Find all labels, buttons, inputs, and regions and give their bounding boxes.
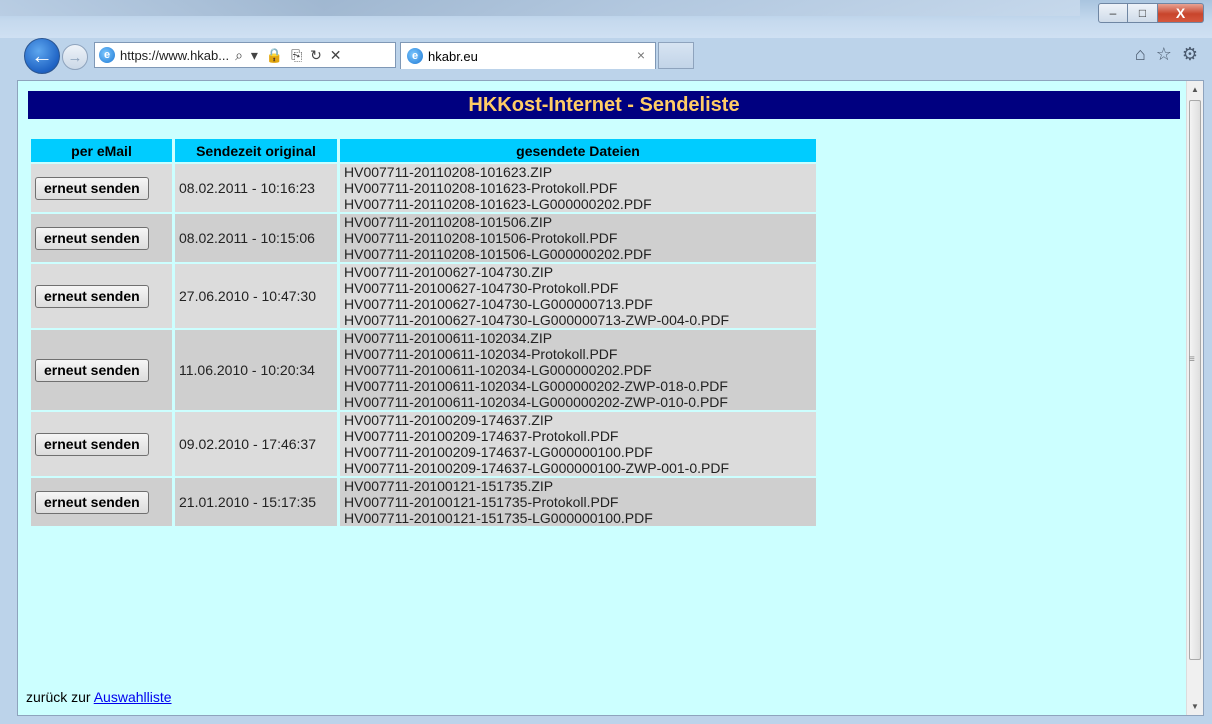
scrollbar-thumb[interactable] bbox=[1189, 100, 1201, 660]
sent-files: HV007711-20100209-174637.ZIP HV007711-201… bbox=[340, 412, 816, 476]
file-name: HV007711-20100209-174637.ZIP bbox=[344, 412, 554, 428]
file-name: HV007711-20100611-102034-LG000000202-ZWP… bbox=[344, 394, 728, 410]
favorites-icon[interactable]: ☆ bbox=[1156, 44, 1172, 65]
arrow-left-icon: ← bbox=[31, 43, 53, 68]
file-name: HV007711-20110208-101506-Protokoll.PDF bbox=[344, 230, 618, 246]
file-name: HV007711-20100209-174637-Protokoll.PDF bbox=[344, 428, 619, 444]
send-time: 09.02.2010 - 17:46:37 bbox=[175, 412, 337, 476]
window-controls: – □ X bbox=[1098, 3, 1204, 23]
email-cell: erneut senden bbox=[31, 164, 172, 212]
file-name: HV007711-20100611-102034.ZIP bbox=[344, 330, 553, 346]
home-icon[interactable]: ⌂ bbox=[1135, 44, 1146, 65]
sent-files: HV007711-20110208-101506.ZIP HV007711-201… bbox=[340, 214, 816, 262]
close-button[interactable]: X bbox=[1158, 3, 1204, 23]
scroll-up-icon[interactable]: ▲ bbox=[1187, 81, 1203, 98]
page-title: HKKost-Internet - Sendeliste bbox=[28, 91, 1180, 119]
auswahlliste-link[interactable]: Auswahlliste bbox=[94, 689, 172, 705]
arrow-right-icon: → bbox=[67, 48, 83, 66]
file-name: HV007711-20110208-101623.ZIP bbox=[344, 164, 553, 180]
sent-files: HV007711-20100627-104730.ZIP HV007711-201… bbox=[340, 264, 816, 328]
settings-icon[interactable]: ⚙ bbox=[1182, 44, 1198, 65]
table-row: erneut senden 09.02.2010 - 17:46:37 HV0077… bbox=[31, 412, 816, 476]
email-cell: erneut senden bbox=[31, 330, 172, 410]
table-row: erneut senden 21.01.2010 - 15:17:35 HV0077… bbox=[31, 478, 816, 526]
tab-title: hkabr.eu bbox=[428, 48, 478, 64]
resend-button[interactable]: erneut senden bbox=[35, 358, 149, 382]
file-name: HV007711-20100611-102034-LG000000202.PDF bbox=[344, 362, 652, 378]
scroll-down-icon[interactable]: ▼ bbox=[1187, 698, 1203, 715]
file-name: HV007711-20100121-151735-LG000000100.PDF bbox=[344, 510, 653, 526]
resend-button[interactable]: erneut senden bbox=[35, 226, 149, 250]
column-header-email: per eMail bbox=[31, 139, 172, 162]
address-tools-icons[interactable]: ⌕ ▾ 🔒 ⎘ ↻ ✕ bbox=[235, 47, 343, 64]
send-time: 27.06.2010 - 10:47:30 bbox=[175, 264, 337, 328]
file-name: HV007711-20110208-101623-LG000000202.PDF bbox=[344, 196, 652, 212]
file-name: HV007711-20100209-174637-LG000000100.PDF bbox=[344, 444, 653, 460]
email-cell: erneut senden bbox=[31, 214, 172, 262]
file-name: HV007711-20100121-151735.ZIP bbox=[344, 478, 554, 494]
sent-files: HV007711-20100611-102034.ZIP HV007711-201… bbox=[340, 330, 816, 410]
table-row: erneut senden 08.02.2011 - 10:15:06 HV0077… bbox=[31, 214, 816, 262]
send-list-table: per eMail Sendezeit original gesendete D… bbox=[28, 137, 819, 528]
resend-button[interactable]: erneut senden bbox=[35, 176, 149, 200]
column-header-files: gesendete Dateien bbox=[340, 139, 816, 162]
file-name: HV007711-20100121-151735-Protokoll.PDF bbox=[344, 494, 619, 510]
table-row: erneut senden 11.06.2010 - 10:20:34 HV0077… bbox=[31, 330, 816, 410]
file-name: HV007711-20100209-174637-LG000000100-ZWP… bbox=[344, 460, 729, 476]
back-link-text: zurück zur bbox=[26, 689, 91, 705]
send-time: 21.01.2010 - 15:17:35 bbox=[175, 478, 337, 526]
email-cell: erneut senden bbox=[31, 412, 172, 476]
taskbar-blur bbox=[0, 0, 1080, 16]
file-name: HV007711-20100611-102034-LG000000202-ZWP… bbox=[344, 378, 728, 394]
maximize-button[interactable]: □ bbox=[1128, 3, 1158, 23]
forward-button[interactable]: → bbox=[62, 44, 88, 70]
browser-toolbar: ← → e https://www.hkab... ⌕ ▾ 🔒 ⎘ ↻ ✕ e … bbox=[0, 30, 1212, 82]
file-name: HV007711-20100627-104730-LG000000713.PDF bbox=[344, 296, 653, 312]
file-name: HV007711-20100627-104730-Protokoll.PDF bbox=[344, 280, 619, 296]
file-name: HV007711-20100611-102034-Protokoll.PDF bbox=[344, 346, 618, 362]
file-name: HV007711-20100627-104730.ZIP bbox=[344, 264, 554, 280]
resend-button[interactable]: erneut senden bbox=[35, 490, 149, 514]
resend-button[interactable]: erneut senden bbox=[35, 432, 149, 456]
sent-files: HV007711-20110208-101623.ZIP HV007711-201… bbox=[340, 164, 816, 212]
file-name: HV007711-20110208-101623-Protokoll.PDF bbox=[344, 180, 618, 196]
ie-icon: e bbox=[407, 48, 423, 64]
minimize-button[interactable]: – bbox=[1098, 3, 1128, 23]
address-bar[interactable]: e https://www.hkab... ⌕ ▾ 🔒 ⎘ ↻ ✕ bbox=[94, 42, 396, 68]
send-time: 11.06.2010 - 10:20:34 bbox=[175, 330, 337, 410]
resend-button[interactable]: erneut senden bbox=[35, 284, 149, 308]
back-button[interactable]: ← bbox=[24, 38, 60, 74]
new-tab-button[interactable] bbox=[658, 42, 694, 69]
email-cell: erneut senden bbox=[31, 264, 172, 328]
send-time: 08.02.2011 - 10:16:23 bbox=[175, 164, 337, 212]
table-row: erneut senden 08.02.2011 - 10:16:23 HV0077… bbox=[31, 164, 816, 212]
tab-close-icon[interactable]: × bbox=[637, 47, 645, 63]
tab-hkabr[interactable]: e hkabr.eu × bbox=[400, 42, 656, 69]
email-cell: erneut senden bbox=[31, 478, 172, 526]
browser-right-icons: ⌂ ☆ ⚙ bbox=[1135, 44, 1198, 65]
scroll-grip-icon: ≡ bbox=[1189, 354, 1195, 365]
file-name: HV007711-20110208-101506.ZIP bbox=[344, 214, 553, 230]
address-url[interactable]: https://www.hkab... bbox=[120, 48, 229, 63]
sent-files: HV007711-20100121-151735.ZIP HV007711-201… bbox=[340, 478, 816, 526]
window-bottom-frame bbox=[0, 716, 1212, 724]
back-link-line: zurück zur Auswahlliste bbox=[26, 689, 172, 705]
page-viewport: HKKost-Internet - Sendeliste per eMail S… bbox=[17, 80, 1204, 716]
table-row: erneut senden 27.06.2010 - 10:47:30 HV0077… bbox=[31, 264, 816, 328]
ie-icon: e bbox=[99, 47, 115, 63]
file-name: HV007711-20100627-104730-LG000000713-ZWP… bbox=[344, 312, 729, 328]
vertical-scrollbar[interactable]: ▲ ≡ ▼ bbox=[1186, 81, 1203, 715]
file-name: HV007711-20110208-101506-LG000000202.PDF bbox=[344, 246, 652, 262]
send-time: 08.02.2011 - 10:15:06 bbox=[175, 214, 337, 262]
column-header-time: Sendezeit original bbox=[175, 139, 337, 162]
